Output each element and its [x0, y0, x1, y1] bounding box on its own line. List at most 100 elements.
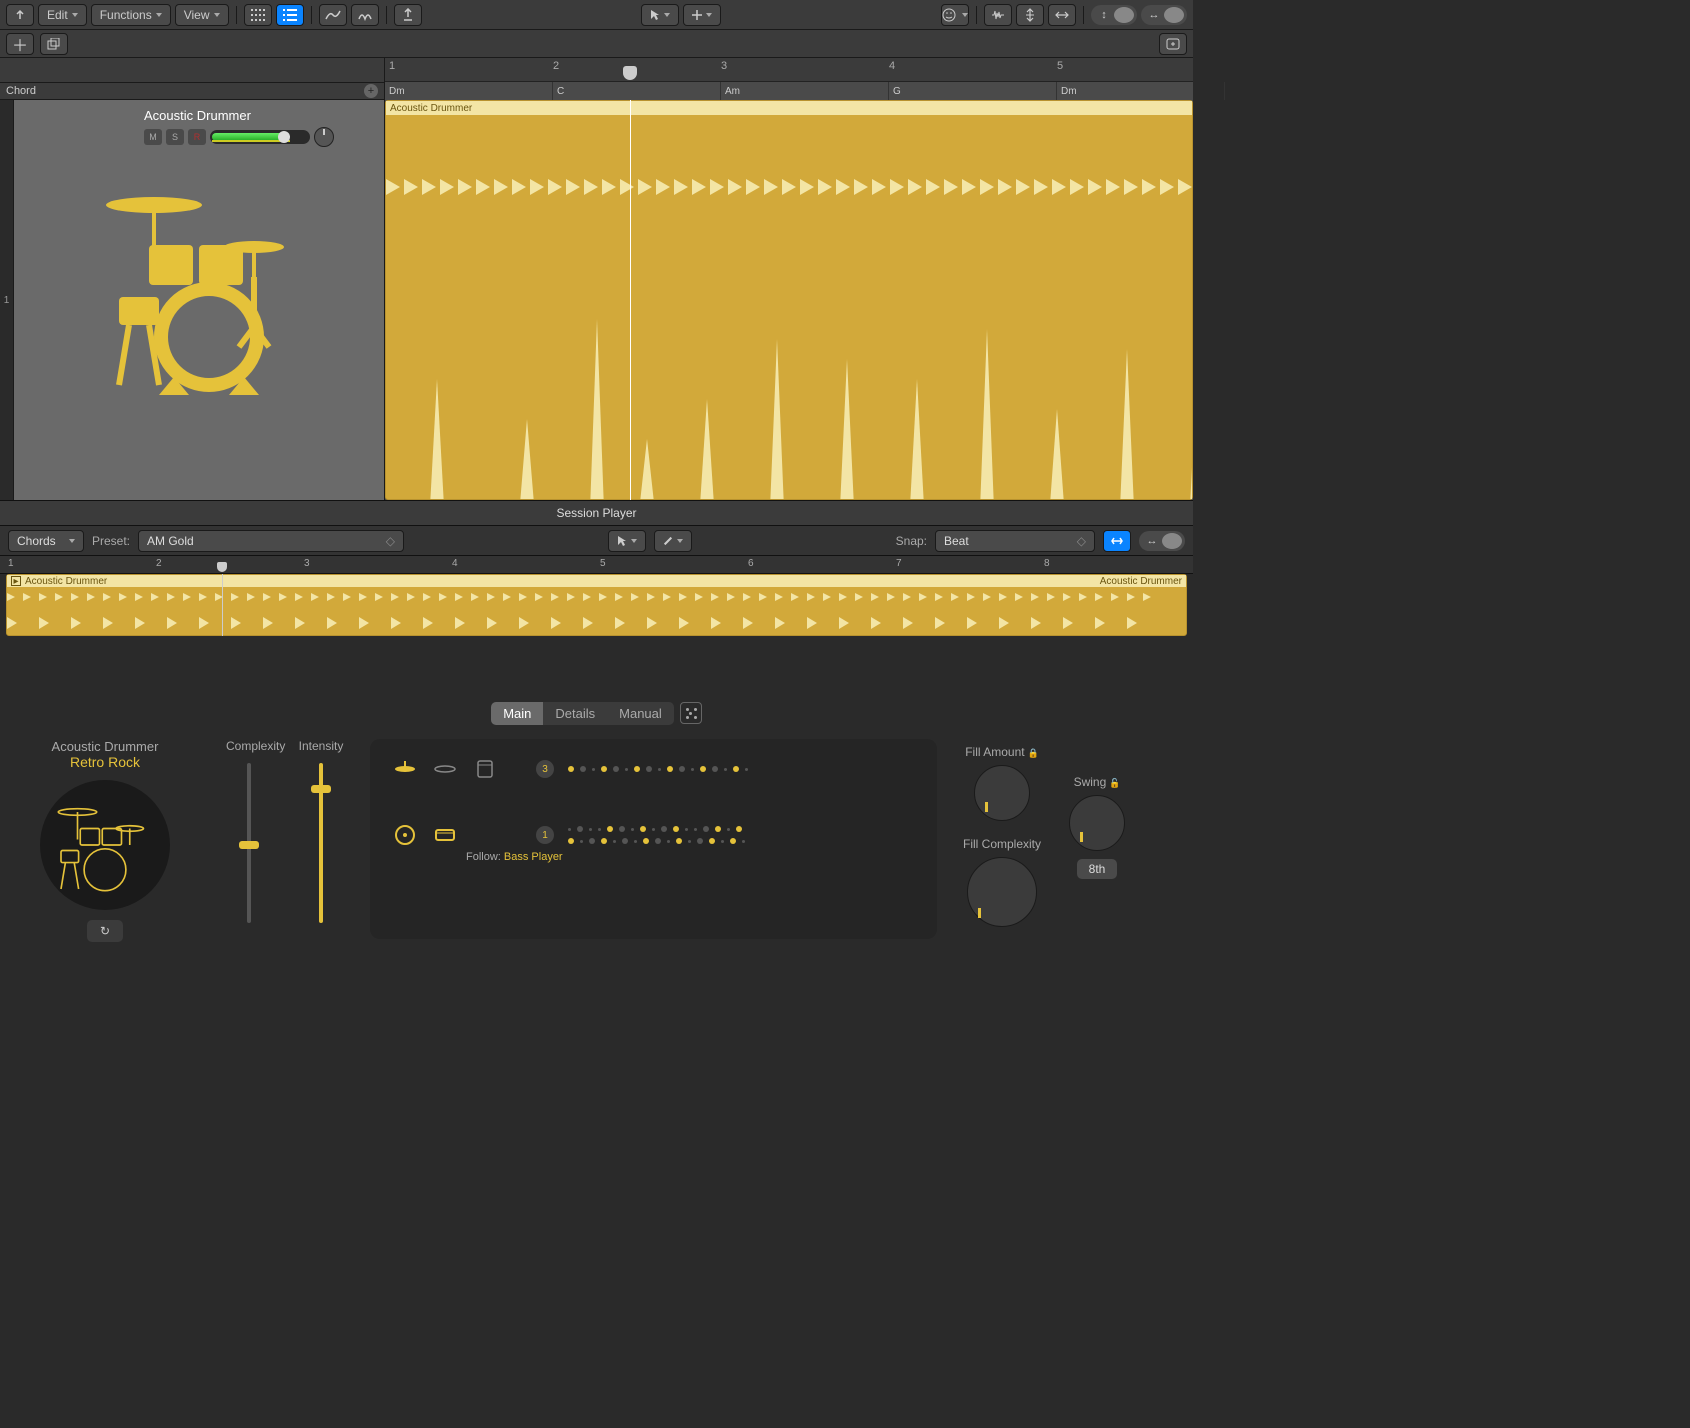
waveform-zoom-button[interactable]: [984, 4, 1012, 26]
slider-thumb[interactable]: [1164, 7, 1184, 23]
randomize-button[interactable]: [680, 702, 702, 724]
kick-icon[interactable]: [392, 825, 418, 845]
session-zoom-slider[interactable]: ↔: [1139, 531, 1185, 551]
horizontal-zoom-slider[interactable]: ↔: [1141, 5, 1187, 25]
flex-button[interactable]: [351, 4, 379, 26]
automation-curve-button[interactable]: [319, 4, 347, 26]
grid-view-button[interactable]: [244, 4, 272, 26]
playhead-line: [630, 100, 631, 500]
back-button[interactable]: [6, 4, 34, 26]
drummer-region[interactable]: Acoustic Drummer: [385, 100, 1193, 500]
complexity-label: Complexity: [226, 739, 272, 753]
playhead-marker[interactable]: [623, 66, 637, 80]
pattern-row-snare[interactable]: [568, 838, 745, 844]
tab-manual[interactable]: Manual: [607, 702, 674, 725]
record-button[interactable]: R: [188, 129, 206, 145]
intensity-slider[interactable]: [319, 763, 323, 923]
session-region-name-right: Acoustic Drummer: [1100, 576, 1182, 587]
slider-thumb[interactable]: [311, 785, 331, 793]
pointer-tool[interactable]: [641, 4, 679, 26]
add-chord-button[interactable]: +: [364, 84, 378, 98]
complexity-slider[interactable]: [247, 763, 251, 923]
volume-thumb[interactable]: [278, 131, 290, 143]
catch-button[interactable]: [394, 4, 422, 26]
volume-meter[interactable]: [210, 130, 310, 144]
chord-track-header[interactable]: Chord +: [0, 82, 385, 100]
track-name: Acoustic Drummer: [144, 108, 374, 123]
tab-main[interactable]: Main: [491, 702, 543, 725]
track-header[interactable]: Acoustic Drummer M S R: [14, 100, 385, 500]
fill-complexity-knob[interactable]: [967, 857, 1037, 927]
session-playhead-line: [222, 574, 223, 636]
swing-label: Swing: [1074, 775, 1107, 789]
edit-menu-label: Edit: [47, 8, 68, 22]
lock-icon[interactable]: 🔓: [1109, 778, 1120, 788]
add-track-button[interactable]: ＋: [6, 33, 34, 55]
drummer-thumbnail[interactable]: [40, 780, 170, 910]
bar-number: 3: [304, 558, 310, 569]
edit-menu[interactable]: Edit: [38, 4, 87, 26]
vertical-zoom-button[interactable]: [1016, 4, 1044, 26]
tom-icon[interactable]: [472, 759, 498, 779]
list-view-button[interactable]: [276, 4, 304, 26]
drummer-style[interactable]: Retro Rock: [10, 754, 200, 770]
slider-thumb[interactable]: [239, 841, 259, 849]
session-playhead-marker[interactable]: [217, 562, 227, 572]
timeline-ruler[interactable]: 1 2 3 4 5 /* tiny ticks via JS-less: ski…: [385, 58, 1193, 82]
track-index: 1: [0, 100, 14, 500]
pattern-variation-2[interactable]: 1: [536, 826, 554, 844]
ride-icon[interactable]: [432, 759, 458, 779]
intensity-label: Intensity: [298, 739, 344, 753]
session-region-name-left: Acoustic Drummer: [25, 576, 107, 587]
view-menu[interactable]: View: [175, 4, 229, 26]
reload-button[interactable]: ↻: [87, 920, 123, 942]
snare-icon[interactable]: [432, 825, 458, 845]
arrange-lane[interactable]: Acoustic Drummer: [385, 100, 1193, 500]
chord-cell[interactable]: G: [889, 82, 1057, 100]
chevron-down-icon: [664, 13, 670, 17]
track-options-button[interactable]: [1159, 33, 1187, 55]
swing-resolution-button[interactable]: 8th: [1077, 859, 1118, 879]
functions-menu-label: Functions: [100, 8, 152, 22]
hihat-icon[interactable]: [392, 759, 418, 779]
slider-thumb[interactable]: [1162, 533, 1182, 549]
bar-number: 1: [8, 558, 14, 569]
pattern-variation-1[interactable]: 3: [536, 760, 554, 778]
smile-button[interactable]: [941, 4, 969, 26]
session-pencil-tool[interactable]: [654, 530, 692, 552]
chord-cell[interactable]: Dm: [385, 82, 553, 100]
session-region[interactable]: ▸ Acoustic Drummer Acoustic Drummer: [6, 574, 1187, 636]
snap-dropdown[interactable]: Beat◇: [935, 530, 1095, 552]
play-icon[interactable]: ▸: [11, 576, 21, 586]
mute-button[interactable]: M: [144, 129, 162, 145]
lock-icon[interactable]: 🔒: [1028, 748, 1039, 758]
session-ruler[interactable]: 1 2 3 4 5 6 7 8: [0, 556, 1193, 574]
pattern-row-kick[interactable]: [568, 826, 745, 832]
view-menu-label: View: [184, 8, 210, 22]
vertical-zoom-slider[interactable]: ↕: [1091, 5, 1137, 25]
preset-dropdown[interactable]: AM Gold◇: [138, 530, 404, 552]
pan-knob[interactable]: [314, 127, 334, 147]
session-region-waveform: [7, 587, 1186, 637]
secondary-tool[interactable]: [683, 4, 721, 26]
pattern-row-hihat[interactable]: [568, 766, 748, 772]
bar-number: 7: [896, 558, 902, 569]
tab-details[interactable]: Details: [543, 702, 607, 725]
bar-number: 2: [553, 60, 559, 72]
snap-enable-button[interactable]: [1103, 530, 1131, 552]
chord-cell[interactable]: C: [553, 82, 721, 100]
duplicate-track-button[interactable]: [40, 33, 68, 55]
chord-lane[interactable]: Dm C Am G Dm: [385, 82, 1193, 100]
swing-knob[interactable]: [1069, 795, 1125, 851]
chord-cell[interactable]: Am: [721, 82, 889, 100]
slider-thumb[interactable]: [1114, 7, 1134, 23]
horizontal-zoom-button[interactable]: [1048, 4, 1076, 26]
solo-button[interactable]: S: [166, 129, 184, 145]
functions-menu[interactable]: Functions: [91, 4, 171, 26]
chevron-down-icon: [677, 539, 683, 543]
chords-menu[interactable]: Chords: [8, 530, 84, 552]
chord-cell[interactable]: Dm: [1057, 82, 1225, 100]
fill-amount-knob[interactable]: [974, 765, 1030, 821]
session-pointer-tool[interactable]: [608, 530, 646, 552]
follow-value[interactable]: Bass Player: [504, 851, 563, 863]
